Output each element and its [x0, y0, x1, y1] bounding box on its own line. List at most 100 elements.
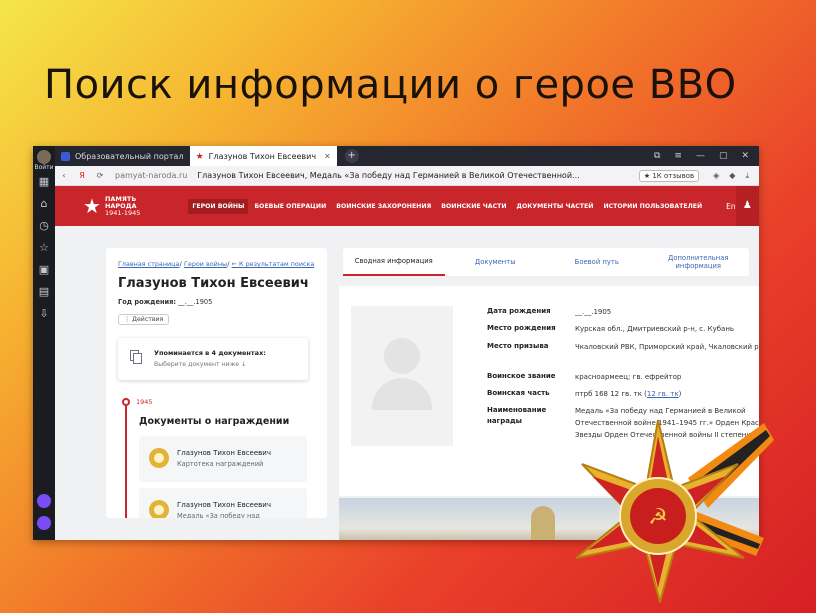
- site-logo[interactable]: ★ ПАМЯТЬ НАРОДА 1941-1945: [83, 194, 156, 218]
- order-patriotic-war-icon: ☭: [575, 419, 774, 603]
- download-icon[interactable]: ⇩: [33, 303, 55, 325]
- tab-additional-info[interactable]: Дополнительная информация: [648, 248, 750, 276]
- logo-years: 1941-1945: [104, 208, 141, 217]
- detail-value: Чкаловский РВК, Приморский край, Чкаловс…: [575, 343, 759, 351]
- maximize-icon[interactable]: ▢: [719, 151, 728, 161]
- login-label[interactable]: Войти: [33, 164, 55, 171]
- documents-icon: [130, 350, 142, 364]
- birth-value: __.__.1905: [178, 298, 213, 306]
- window-controls: ⧉ ≡ — ▢ ✕: [654, 151, 759, 161]
- award-card-type: Медаль «За победу над: [177, 512, 260, 518]
- grid-icon[interactable]: ▦: [33, 171, 55, 193]
- reviews-badge[interactable]: ★ 1К отзывов: [638, 169, 700, 182]
- nav-burials[interactable]: ВОИНСКИЕ ЗАХОРОНЕНИЯ: [332, 199, 435, 214]
- history-icon[interactable]: ◷: [33, 215, 55, 237]
- medal-icon: [149, 448, 169, 468]
- military-unit-value: птрб 168 12 гв. тк (12 гв. тк): [575, 390, 682, 398]
- medal-icon: [149, 500, 169, 518]
- close-tab-icon[interactable]: ✕: [324, 152, 331, 161]
- detail-key: Наименование награды: [487, 406, 547, 425]
- url-page-title[interactable]: Глазунов Тихон Евсеевич, Медаль «За побе…: [197, 171, 579, 180]
- menu-icon[interactable]: ≡: [674, 151, 682, 161]
- detail-key: Место призыва: [487, 342, 549, 350]
- detail-value: красноармеец; гв. ефрейтор: [575, 373, 682, 381]
- award-card[interactable]: Глазунов Тихон Евсеевич Картотека награж…: [139, 436, 307, 482]
- collections-icon[interactable]: ▣: [33, 259, 55, 281]
- mentions-subtitle: Выберите документ ниже ↓: [154, 361, 247, 368]
- timeline-year: 1945: [136, 398, 153, 406]
- site-header: ★ ПАМЯТЬ НАРОДА 1941-1945 ГЕРОИ ВОЙНЫ БО…: [55, 186, 759, 226]
- photo-placeholder: [351, 306, 453, 446]
- timeline-line: [125, 398, 127, 518]
- downloads-icon[interactable]: ⤓: [745, 171, 749, 181]
- browser-sidebar: Войти ▦ ⌂ ◷ ☆ ▣ ▤ ⇩: [33, 146, 55, 540]
- birth-year: Год рождения: __.__.1905: [118, 298, 212, 306]
- back-icon[interactable]: ‹: [55, 171, 73, 180]
- unit-link[interactable]: 12 гв. тк: [647, 390, 679, 398]
- tab-label: Глазунов Тихон Евсеевич: [208, 151, 317, 161]
- url-domain[interactable]: pamyat-naroda.ru: [115, 171, 187, 180]
- person-icon: [384, 338, 420, 374]
- portal-favicon-icon: [61, 151, 70, 161]
- tab-hero-page[interactable]: ★ Глазунов Тихон Евсеевич ✕: [189, 146, 337, 166]
- tab-summary[interactable]: Сводная информация: [343, 248, 445, 276]
- detail-key: Воинское звание: [487, 372, 556, 380]
- breadcrumb-heroes[interactable]: Герои войны: [184, 260, 227, 268]
- main-nav: ГЕРОИ ВОЙНЫ БОЕВЫЕ ОПЕРАЦИИ ВОИНСКИЕ ЗАХ…: [188, 198, 708, 214]
- minimize-icon[interactable]: —: [696, 151, 705, 161]
- mentions-box[interactable]: Упоминается в 4 документах: Выберите док…: [118, 338, 308, 380]
- detail-key: Дата рождения: [487, 307, 551, 315]
- toolbar-icons: ◈ ◆ ⤓: [713, 171, 749, 181]
- user-icon[interactable]: ♟: [735, 186, 759, 226]
- award-card-name: Глазунов Тихон Евсеевич: [177, 449, 271, 457]
- tab-bar: Образовательный портал ★ Глазунов Тихон …: [55, 146, 759, 166]
- mentions-title: Упоминается в 4 документах:: [154, 349, 266, 357]
- nav-unit-docs[interactable]: ДОКУМЕНТЫ ЧАСТЕЙ: [513, 199, 598, 214]
- refresh-icon[interactable]: ⟳: [91, 171, 109, 180]
- bookmark-icon[interactable]: ☆: [33, 237, 55, 259]
- nav-user-stories[interactable]: ИСТОРИИ ПОЛЬЗОВАТЕЛЕЙ: [599, 199, 706, 214]
- language-switch[interactable]: En: [726, 202, 736, 211]
- detail-value: __.__.1905: [575, 308, 612, 316]
- tab-education-portal[interactable]: Образовательный портал: [55, 146, 190, 166]
- detail-key: Воинская часть: [487, 389, 550, 397]
- award-card-name: Глазунов Тихон Евсеевич: [177, 501, 271, 509]
- award-card-type: Картотека награждений: [177, 460, 264, 468]
- info-tabs: Сводная информация Документы Боевой путь…: [343, 248, 749, 276]
- breadcrumb-back[interactable]: ← К результатам поиска: [232, 260, 315, 268]
- close-window-icon[interactable]: ✕: [741, 151, 749, 161]
- hammer-sickle-icon: ☭: [648, 505, 668, 530]
- extension-icon[interactable]: ◈: [713, 171, 719, 181]
- assistant-icon[interactable]: [37, 516, 51, 530]
- detail-value: Курская обл., Дмитриевский р-н, с. Кубан…: [575, 325, 735, 333]
- breadcrumb: Главная страница/ Герои войны/ ← К резул…: [118, 260, 315, 268]
- star-logo-icon: ★: [83, 194, 101, 218]
- alice-icon[interactable]: [37, 494, 51, 508]
- nav-units[interactable]: ВОИНСКИЕ ЧАСТИ: [437, 199, 510, 214]
- nav-operations[interactable]: БОЕВЫЕ ОПЕРАЦИИ: [250, 199, 330, 214]
- tab-documents[interactable]: Документы: [445, 248, 547, 276]
- hero-card: Главная страница/ Герои войны/ ← К резул…: [106, 248, 327, 518]
- slide-title: Поиск информации о герое ВВО: [44, 62, 737, 108]
- timeline-dot: [122, 398, 130, 406]
- hero-name: Глазунов Тихон Евсеевич: [118, 276, 309, 291]
- actions-button[interactable]: ⋮ Действия: [118, 314, 170, 325]
- tab-list-icon[interactable]: ⧉: [654, 151, 660, 161]
- nav-heroes[interactable]: ГЕРОИ ВОЙНЫ: [188, 198, 249, 214]
- awards-heading: Документы о награждении: [139, 416, 290, 427]
- user-avatar[interactable]: [37, 150, 51, 164]
- breadcrumb-home[interactable]: Главная страница: [118, 260, 179, 268]
- notes-icon[interactable]: ▤: [33, 281, 55, 303]
- birth-label: Год рождения:: [118, 298, 177, 306]
- address-bar: ‹ Я ⟳ pamyat-naroda.ru Глазунов Тихон Ев…: [55, 166, 759, 186]
- yandex-icon[interactable]: Я: [73, 171, 91, 180]
- tab-battle-path[interactable]: Боевой путь: [546, 248, 648, 276]
- tab-label: Образовательный портал: [75, 151, 184, 161]
- protect-icon[interactable]: ◆: [729, 171, 735, 181]
- award-card[interactable]: Глазунов Тихон Евсеевич Медаль «За побед…: [139, 488, 307, 518]
- detail-key: Место рождения: [487, 324, 556, 332]
- star-favicon-icon: ★: [195, 151, 204, 162]
- home-icon[interactable]: ⌂: [33, 193, 55, 215]
- church-dome: [531, 506, 555, 540]
- new-tab-button[interactable]: +: [344, 149, 359, 163]
